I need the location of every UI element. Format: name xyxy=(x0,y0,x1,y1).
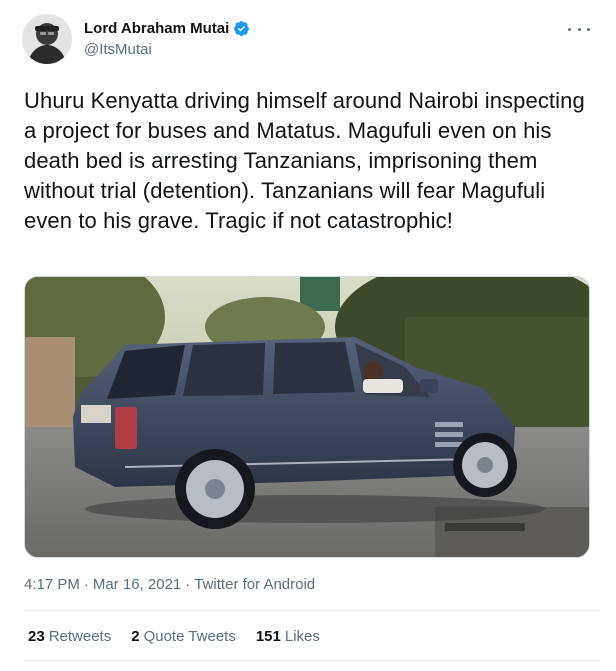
retweets-stat[interactable]: 23 Retweets xyxy=(28,628,111,645)
tweet-date[interactable]: Mar 16, 2021 xyxy=(93,576,181,593)
tweet-time[interactable]: 4:17 PM xyxy=(24,576,80,593)
engagement-stats: 23 Retweets 2 Quote Tweets 151 Likes xyxy=(28,628,320,645)
retweets-label: Retweets xyxy=(48,628,112,645)
likes-stat[interactable]: 151 Likes xyxy=(256,628,320,645)
tweet-photo[interactable] xyxy=(24,276,590,558)
divider xyxy=(24,610,600,611)
divider xyxy=(24,660,600,661)
meta-separator: · xyxy=(185,576,191,593)
meta-separator: · xyxy=(83,576,89,593)
tweet-text: Uhuru Kenyatta driving himself around Na… xyxy=(24,88,585,233)
more-options-icon[interactable] xyxy=(568,22,590,36)
tweet-timestamp: 4:17 PM · Mar 16, 2021 · Twitter for And… xyxy=(24,576,315,593)
likes-label: Likes xyxy=(284,628,320,645)
author-name-row[interactable]: Lord Abraham Mutai xyxy=(84,20,250,37)
avatar[interactable] xyxy=(22,14,72,64)
verified-badge-icon xyxy=(233,20,250,37)
tweet-card: Lord Abraham Mutai @ItsMutai Uhuru Kenya… xyxy=(0,0,616,671)
quote-tweets-count: 2 xyxy=(131,628,140,645)
retweets-count: 23 xyxy=(28,628,45,645)
quote-tweets-stat[interactable]: 2 Quote Tweets xyxy=(131,628,236,645)
tweet-source[interactable]: Twitter for Android xyxy=(194,576,315,593)
author-display-name[interactable]: Lord Abraham Mutai xyxy=(84,20,229,37)
quote-tweets-label: Quote Tweets xyxy=(143,628,236,645)
author-handle[interactable]: @ItsMutai xyxy=(84,41,152,58)
likes-count: 151 xyxy=(255,628,281,645)
